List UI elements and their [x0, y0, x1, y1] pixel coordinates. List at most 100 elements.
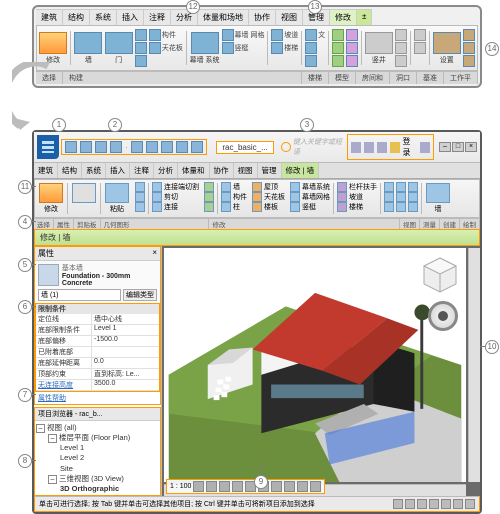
- select-links-icon[interactable]: [429, 499, 439, 509]
- palette-close-icon[interactable]: ×: [152, 248, 157, 259]
- qat-measure-icon[interactable]: [146, 141, 158, 153]
- door-button[interactable]: 门: [104, 29, 132, 67]
- mtab-manage[interactable]: 管理: [258, 163, 282, 178]
- param-row[interactable]: 底部偏移-1500.0: [36, 336, 159, 347]
- qat-save-icon[interactable]: [80, 141, 92, 153]
- tab-massing[interactable]: 体量和场地: [198, 9, 249, 25]
- sun-path-icon[interactable]: [219, 481, 230, 492]
- crop-visible-icon[interactable]: [271, 481, 282, 492]
- mr-ramp-button[interactable]: 坡道: [337, 192, 377, 202]
- qat-undo-icon[interactable]: [95, 141, 107, 153]
- mr-paste-button[interactable]: 粘贴: [102, 182, 132, 215]
- mr-component-button[interactable]: 构件: [221, 192, 247, 202]
- mtab-structure[interactable]: 结构: [58, 163, 82, 178]
- tab-collaborate[interactable]: 协作: [249, 9, 276, 25]
- rotate-icon[interactable]: [408, 192, 418, 202]
- set-workplane-button[interactable]: 设置: [433, 29, 461, 67]
- viewport-scrollbar-vertical[interactable]: [468, 248, 480, 482]
- steering-wheel[interactable]: [428, 301, 458, 331]
- mr-roof-button[interactable]: 屋顶: [252, 182, 285, 192]
- mr-join-button[interactable]: 连接: [152, 202, 199, 212]
- mr-cw-sys-button[interactable]: 幕墙系统: [290, 182, 330, 192]
- tab-modify[interactable]: 修改: [330, 9, 357, 25]
- properties-help-link[interactable]: 属性帮助: [35, 392, 160, 404]
- mr-floor-button[interactable]: 楼板: [252, 202, 285, 212]
- login-label[interactable]: 登录: [403, 136, 418, 158]
- tab-insert[interactable]: 插入: [117, 9, 144, 25]
- application-menu-button[interactable]: [37, 135, 59, 159]
- param-row[interactable]: 底部延伸距离0.0: [36, 358, 159, 369]
- mr-properties-button[interactable]: [69, 182, 99, 215]
- tree-root[interactable]: –视图 (all): [36, 423, 159, 433]
- mtab-view[interactable]: 视图: [234, 163, 258, 178]
- subscription-icon[interactable]: [364, 142, 374, 153]
- drag-elements-icon[interactable]: [453, 499, 463, 509]
- mtab-modify-wall[interactable]: 修改 | 墙: [282, 163, 320, 178]
- tree-item[interactable]: Level 2: [60, 453, 159, 463]
- tree-item[interactable]: Level 1: [60, 443, 159, 453]
- temp-hide-icon[interactable]: [297, 481, 308, 492]
- mr-ceiling2-button[interactable]: 天花板: [252, 192, 285, 202]
- expand-icon[interactable]: –: [48, 475, 57, 484]
- paint-icon[interactable]: [204, 192, 214, 202]
- detail-level-icon[interactable]: [193, 481, 204, 492]
- visual-style-icon[interactable]: [206, 481, 217, 492]
- mirror-icon[interactable]: [408, 182, 418, 192]
- mr-wall-big-button[interactable]: 墙: [423, 182, 453, 215]
- mtab-annotate[interactable]: 注释: [130, 163, 154, 178]
- qat-thin-lines-icon[interactable]: [191, 141, 203, 153]
- reveal-hidden-icon[interactable]: [310, 481, 321, 492]
- shadows-icon[interactable]: [232, 481, 243, 492]
- param-row[interactable]: 已附着底部: [36, 347, 159, 358]
- expand-icon[interactable]: –: [48, 434, 57, 443]
- filter-icon[interactable]: [465, 499, 475, 509]
- qat-print-icon[interactable]: [131, 141, 143, 153]
- tab-view[interactable]: 视图: [276, 9, 303, 25]
- edit-type-button[interactable]: 编辑类型: [123, 289, 157, 301]
- close-button[interactable]: ×: [465, 142, 477, 152]
- param-row[interactable]: 无连接高度3500.0: [36, 380, 159, 391]
- mr-modify-button[interactable]: 修改: [36, 182, 66, 215]
- trim-icon[interactable]: [384, 202, 394, 212]
- qat-section-icon[interactable]: [176, 141, 188, 153]
- stair-button[interactable]: 楼梯: [271, 42, 298, 54]
- mr-column-button[interactable]: 柱: [221, 202, 247, 212]
- ramp-button[interactable]: 坡道: [271, 29, 298, 41]
- select-pinned-icon[interactable]: [441, 499, 451, 509]
- mr-wall2-button[interactable]: 墙: [221, 182, 247, 192]
- maximize-button[interactable]: □: [452, 142, 464, 152]
- mr-match-button[interactable]: [135, 202, 145, 212]
- split-icon[interactable]: [396, 202, 406, 212]
- tree-item[interactable]: Approach: [60, 494, 159, 496]
- editable-only-icon[interactable]: [417, 499, 427, 509]
- mullion-button[interactable]: 竖梃: [222, 42, 265, 54]
- align-icon[interactable]: [384, 182, 394, 192]
- minimize-button[interactable]: –: [439, 142, 451, 152]
- tab-architecture[interactable]: 建筑: [36, 9, 63, 25]
- array-icon[interactable]: [408, 202, 418, 212]
- mr-joincut-button[interactable]: 连接端切割: [152, 182, 199, 192]
- mr-stair-button[interactable]: 楼梯: [337, 202, 377, 212]
- demolish-icon[interactable]: [204, 182, 214, 192]
- workset-icon[interactable]: [393, 499, 403, 509]
- mtab-analyze[interactable]: 分析: [154, 163, 178, 178]
- tab-structure[interactable]: 结构: [63, 9, 90, 25]
- qat-3d-icon[interactable]: [161, 141, 173, 153]
- qat-redo-icon[interactable]: [110, 141, 122, 153]
- wall-button[interactable]: 墙: [74, 29, 102, 67]
- tree-3dviews[interactable]: –三维视图 (3D View): [48, 474, 159, 484]
- mr-cw-grid-button[interactable]: 幕墙网格: [290, 192, 330, 202]
- sign-in-icon[interactable]: [390, 142, 400, 153]
- tree-item[interactable]: Site: [60, 464, 159, 474]
- element-filter-select[interactable]: 墙 (1): [38, 289, 121, 301]
- curtain-system-button[interactable]: 幕墙 系统: [190, 29, 220, 67]
- view-cube[interactable]: [420, 254, 460, 294]
- component-button[interactable]: 构件: [149, 29, 183, 41]
- offset-icon[interactable]: [396, 182, 406, 192]
- curtain-grid-button[interactable]: 幕墙 网格: [222, 29, 265, 41]
- expand-icon[interactable]: –: [36, 424, 45, 433]
- mtab-insert[interactable]: 插入: [106, 163, 130, 178]
- infocenter-search-button[interactable]: [351, 142, 361, 153]
- ceiling-button[interactable]: 天花板: [149, 42, 183, 54]
- tab-annotate[interactable]: 注释: [144, 9, 171, 25]
